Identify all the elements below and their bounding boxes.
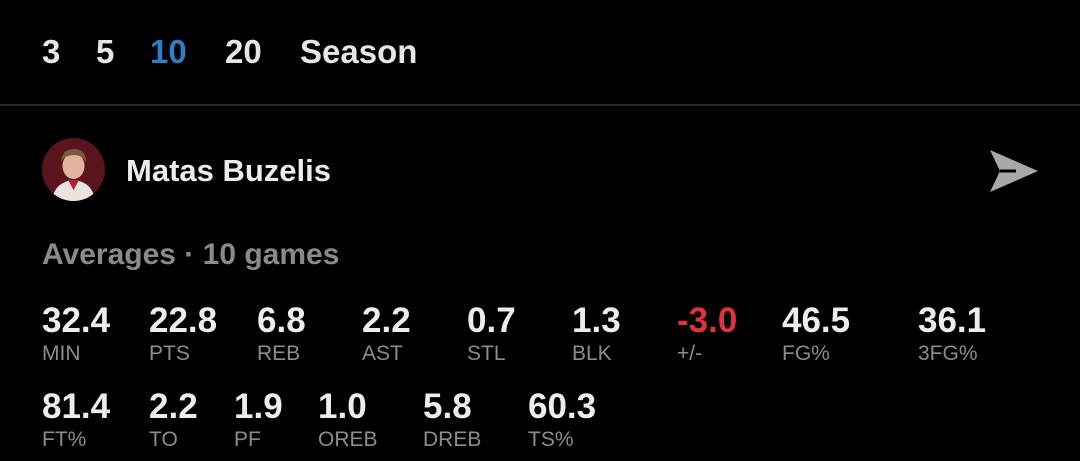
stat-value: 2.2 (362, 301, 411, 340)
tab-last-3[interactable]: 3 (42, 30, 60, 74)
game-range-tabs: 3 5 10 20 Season (0, 0, 1080, 104)
stat-label: 3FG% (918, 342, 978, 365)
stat-pf: 1.9 PF (234, 387, 283, 453)
stat-label: TS% (528, 428, 574, 451)
stat-value: 36.1 (918, 301, 987, 340)
player-avatar[interactable] (42, 138, 105, 201)
stat-value: 5.8 (423, 387, 472, 426)
stat-value: 2.2 (149, 387, 198, 426)
stat-blk: 1.3 BLK (572, 301, 621, 367)
tab-season[interactable]: Season (300, 30, 417, 74)
stat-ts-pct: 60.3 TS% (528, 387, 596, 453)
stat-value: 32.4 (42, 301, 111, 340)
stat-label: FT% (42, 428, 87, 451)
stat-value: 46.5 (782, 301, 851, 340)
stat-value: 22.8 (149, 301, 218, 340)
stat-fg-pct: 46.5 FG% (782, 301, 850, 367)
stat-reb: 6.8 REB (257, 301, 306, 367)
stat-label: STL (467, 342, 506, 365)
tab-last-10[interactable]: 10 (150, 30, 187, 74)
player-name[interactable]: Matas Buzelis (126, 152, 331, 190)
stat-label: PTS (149, 342, 190, 365)
stat-label: AST (362, 342, 403, 365)
stat-label: REB (257, 342, 301, 365)
stat-value: 0.7 (467, 301, 516, 340)
stat-min: 32.4 MIN (42, 301, 110, 367)
stat-label: PF (234, 428, 261, 451)
tab-last-5[interactable]: 5 (96, 30, 114, 74)
stat-label: TO (149, 428, 178, 451)
stat-label: BLK (572, 342, 612, 365)
stat-pts: 22.8 PTS (149, 301, 217, 367)
stat-value: 1.9 (234, 387, 283, 426)
stat-label: OREB (318, 428, 378, 451)
stat-value: 1.0 (318, 387, 367, 426)
averages-title: Averages · 10 games (42, 238, 340, 271)
stat-label: +/- (677, 342, 703, 365)
stat-value: 6.8 (257, 301, 306, 340)
stat-value: 60.3 (528, 387, 597, 426)
stat-value-negative: -3.0 (677, 301, 738, 340)
stat-oreb: 1.0 OREB (318, 387, 378, 453)
stat-dreb: 5.8 DREB (423, 387, 481, 453)
stat-value: 81.4 (42, 387, 111, 426)
player-card: Matas Buzelis Averages · 10 games 32.4 M… (0, 106, 1080, 461)
stat-plus-minus: -3.0 +/- (677, 301, 737, 367)
stat-3fg-pct: 36.1 3FG% (918, 301, 986, 367)
send-icon[interactable] (986, 146, 1042, 196)
player-headshot-icon (42, 138, 105, 201)
stat-to: 2.2 TO (149, 387, 198, 453)
stat-label: DREB (423, 428, 482, 451)
stat-value: 1.3 (572, 301, 621, 340)
stat-ast: 2.2 AST (362, 301, 411, 367)
stat-ft-pct: 81.4 FT% (42, 387, 110, 453)
stat-label: MIN (42, 342, 81, 365)
stat-stl: 0.7 STL (467, 301, 516, 367)
stat-label: FG% (782, 342, 830, 365)
tab-last-20[interactable]: 20 (225, 30, 262, 74)
